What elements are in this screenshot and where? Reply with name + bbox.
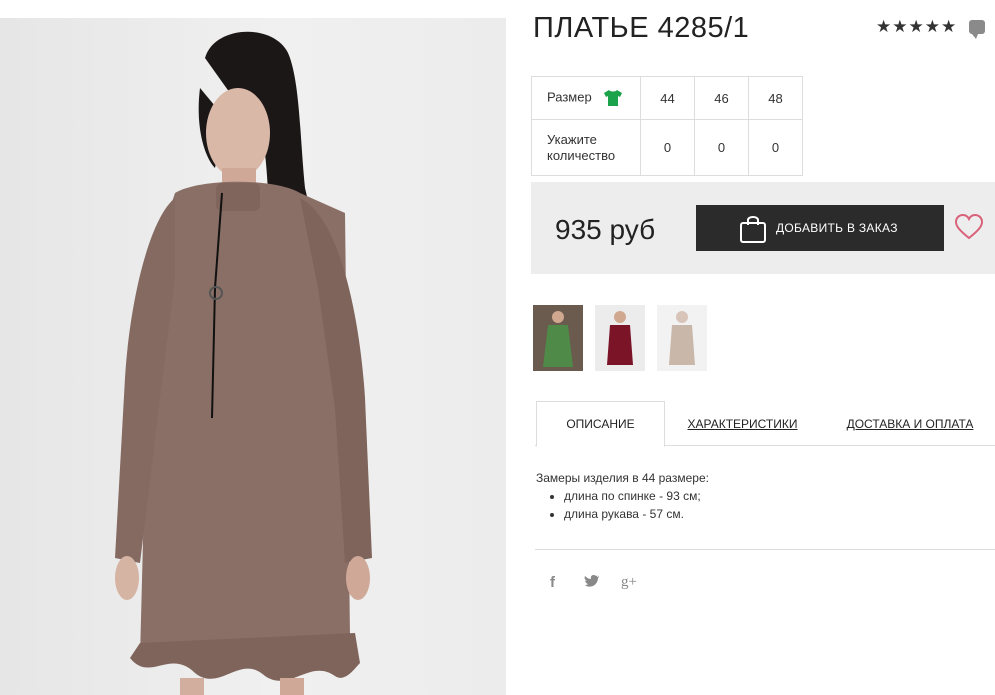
color-thumbnail-burgundy[interactable] (595, 305, 645, 371)
quantity-label: Укажите количество (531, 119, 641, 176)
quantity-input[interactable]: 0 (694, 119, 749, 176)
model-illustration (115, 31, 372, 695)
measurements-list: длина по спинке - 93 см; длина рукава - … (564, 487, 709, 523)
quantity-label-text: Укажите количество (547, 131, 616, 163)
quantity-input[interactable]: 0 (640, 119, 695, 176)
tab-characteristics[interactable]: ХАРАКТЕРИСТИКИ (675, 401, 810, 446)
quantity-row: Укажите количество 0 0 0 (531, 119, 803, 176)
star-icon[interactable]: ★ (909, 18, 924, 35)
star-icon[interactable]: ★ (876, 18, 891, 35)
size-option[interactable]: 46 (694, 76, 749, 120)
size-label-cell: Размер (531, 76, 641, 120)
product-title: ПЛАТЬЕ 4285/1 (533, 12, 750, 44)
twitter-icon[interactable] (584, 574, 600, 592)
quantity-input[interactable]: 0 (748, 119, 803, 176)
color-thumbnail-beige[interactable] (657, 305, 707, 371)
size-option[interactable]: 48 (748, 76, 803, 120)
thumbnail-image (657, 305, 707, 371)
product-tabs: ОПИСАНИЕ ХАРАКТЕРИСТИКИ ДОСТАВКА И ОПЛАТ… (535, 401, 995, 447)
size-table: Размер 44 46 48 Укажите количество 0 0 0 (531, 76, 803, 176)
twitter-bird-shape (584, 575, 599, 587)
tab-delivery[interactable]: ДОСТАВКА И ОПЛАТА (840, 401, 980, 446)
star-icon[interactable]: ★ (925, 18, 940, 35)
description-intro: Замеры изделия в 44 размере: (536, 471, 709, 485)
shopping-bag-icon (740, 216, 766, 243)
googleplus-icon[interactable]: g+ (621, 574, 637, 591)
star-icon[interactable]: ★ (941, 18, 956, 35)
star-icon[interactable]: ★ (892, 18, 907, 35)
add-to-order-label: ДОБАВИТЬ В ЗАКАЗ (776, 221, 898, 235)
comment-icon[interactable] (969, 19, 986, 39)
rating[interactable]: ★ ★ ★ ★ ★ (876, 18, 986, 39)
add-to-order-button[interactable]: ДОБАВИТЬ В ЗАКАЗ (696, 205, 944, 251)
thumbnail-image (595, 305, 645, 371)
product-price: 935 руб (555, 214, 656, 245)
size-label: Размер (547, 89, 592, 105)
price-block: 935 руб ДОБАВИТЬ В ЗАКАЗ (531, 182, 995, 274)
thumbnail-image (533, 305, 583, 371)
list-item: длина по спинке - 93 см; (564, 487, 709, 505)
facebook-icon[interactable]: f (550, 574, 555, 591)
product-photo[interactable] (0, 18, 506, 695)
heart-icon[interactable] (955, 214, 983, 240)
list-item: длина рукава - 57 см. (564, 505, 709, 523)
tab-description[interactable]: ОПИСАНИЕ (536, 401, 665, 447)
tshirt-icon[interactable] (603, 89, 623, 107)
color-thumbnail-green[interactable] (533, 305, 583, 371)
description-content: Замеры изделия в 44 размере: длина по сп… (536, 469, 709, 523)
divider (535, 549, 995, 550)
size-row: Размер 44 46 48 (531, 76, 803, 120)
size-option[interactable]: 44 (640, 76, 695, 120)
